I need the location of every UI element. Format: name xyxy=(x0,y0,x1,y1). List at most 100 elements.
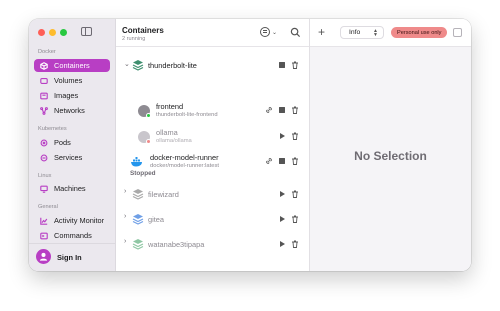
compose-stack-icon xyxy=(132,189,144,200)
sidebar-item-label: Volumes xyxy=(54,76,83,85)
services-icon xyxy=(38,154,50,162)
view-selector-value: Info xyxy=(349,29,361,36)
chevron-right-icon[interactable]: › xyxy=(124,213,126,220)
sidebar-item-networks[interactable]: Networks xyxy=(34,104,110,117)
inspector-toggle-icon[interactable] xyxy=(453,28,462,37)
sidebar-toggle-icon[interactable] xyxy=(81,27,92,36)
containers-header: Containers 2 running ⌄ xyxy=(116,19,309,47)
user-avatar-icon xyxy=(36,249,51,264)
stop-icon[interactable] xyxy=(278,61,286,69)
network-icon xyxy=(38,106,50,115)
commands-icon xyxy=(38,232,50,240)
section-title-kubernetes: Kubernetes xyxy=(38,126,67,132)
container-name: docker-model-runner xyxy=(150,153,219,162)
play-icon[interactable] xyxy=(278,190,286,198)
sign-in-label[interactable]: Sign In xyxy=(57,253,82,262)
container-image: docker/model-runner:latest xyxy=(150,163,219,169)
zoom-window-button[interactable] xyxy=(60,29,67,36)
list-item[interactable]: frontend thunderbolt-lite-frontend xyxy=(116,101,309,123)
link-icon[interactable] xyxy=(265,157,273,165)
sidebar-item-label: Networks xyxy=(54,106,85,115)
app-window: Docker Containers Volumes Images Network… xyxy=(29,19,471,271)
list-item[interactable]: › watanabe3tipapa xyxy=(116,236,309,254)
compose-stack-icon xyxy=(132,214,144,225)
view-selector[interactable]: Info ▲ ▼ xyxy=(340,26,384,39)
trash-icon[interactable] xyxy=(291,61,299,69)
sidebar-item-label: Machines xyxy=(54,184,86,193)
trash-icon[interactable] xyxy=(291,132,299,140)
pod-icon xyxy=(38,139,50,147)
docker-whale-icon xyxy=(131,157,142,167)
link-icon[interactable] xyxy=(265,106,273,114)
sidebar-item-label: Activity Monitor xyxy=(54,216,105,225)
add-button[interactable]: + xyxy=(318,25,325,39)
stop-icon[interactable] xyxy=(278,157,286,165)
stopped-section-title: Stopped xyxy=(130,170,156,177)
machine-monitor-icon xyxy=(38,185,50,193)
detail-pane: + Info ▲ ▼ Personal use only No Selection xyxy=(310,19,471,271)
sidebar-item-commands[interactable]: Commands xyxy=(34,229,110,242)
container-image: thunderbolt-lite-frontend xyxy=(156,112,218,118)
container-name: thunderbolt-lite xyxy=(148,61,197,70)
chevron-right-icon[interactable]: › xyxy=(124,238,126,245)
sidebar-item-containers[interactable]: Containers xyxy=(34,59,110,72)
container-name: filewizard xyxy=(148,190,179,199)
trash-icon[interactable] xyxy=(291,157,299,165)
trash-icon[interactable] xyxy=(291,215,299,223)
list-item[interactable]: ⌄ thunderbolt-lite xyxy=(116,57,309,75)
chevron-up-down-icon: ▲ ▼ xyxy=(373,27,378,38)
search-icon[interactable] xyxy=(290,27,301,38)
chevron-down-icon: ⌄ xyxy=(272,29,278,36)
sidebar-item-label: Images xyxy=(54,91,79,100)
sidebar-item-activity-monitor[interactable]: Activity Monitor xyxy=(34,214,110,227)
container-name: frontend xyxy=(156,102,184,111)
compose-stack-icon xyxy=(132,60,144,71)
sidebar-item-volumes[interactable]: Volumes xyxy=(34,74,110,87)
list-item[interactable]: › filewizard xyxy=(116,186,309,204)
detail-toolbar: + Info ▲ ▼ Personal use only xyxy=(310,19,471,47)
sidebar-item-label: Containers xyxy=(54,61,90,70)
sidebar: Docker Containers Volumes Images Network… xyxy=(29,19,116,271)
empty-state-text: No Selection xyxy=(354,149,427,163)
compose-stack-icon xyxy=(132,239,144,250)
trash-icon[interactable] xyxy=(291,106,299,114)
close-window-button[interactable] xyxy=(38,29,45,36)
filter-menu-button[interactable]: ⌄ xyxy=(260,27,277,37)
running-status-dot xyxy=(146,113,151,118)
list-item[interactable]: › gitea xyxy=(116,211,309,229)
chevron-down-icon[interactable]: ⌄ xyxy=(124,60,130,68)
list-item[interactable]: ollama ollama/ollama xyxy=(116,127,309,149)
container-box-icon xyxy=(38,61,50,70)
sidebar-item-label: Services xyxy=(54,153,83,162)
play-icon[interactable] xyxy=(278,132,286,140)
chevron-right-icon[interactable]: › xyxy=(124,188,126,195)
section-title-linux: Linux xyxy=(38,173,52,179)
container-name: watanabe3tipapa xyxy=(148,240,205,249)
trash-icon[interactable] xyxy=(291,240,299,248)
page-title: Containers xyxy=(122,26,164,35)
sidebar-item-pods[interactable]: Pods xyxy=(34,136,110,149)
stopped-status-dot xyxy=(146,139,151,144)
minimize-window-button[interactable] xyxy=(49,29,56,36)
sidebar-item-images[interactable]: Images xyxy=(34,89,110,102)
volume-icon xyxy=(38,77,50,85)
play-icon[interactable] xyxy=(278,240,286,248)
containers-list-pane: Containers 2 running ⌄ ⌄ thunderbolt-lit… xyxy=(116,19,310,271)
running-count: 2 running xyxy=(122,36,146,42)
section-title-general: General xyxy=(38,204,58,210)
trash-icon[interactable] xyxy=(291,190,299,198)
container-name: ollama xyxy=(156,128,178,137)
play-icon[interactable] xyxy=(278,215,286,223)
sidebar-item-label: Pods xyxy=(54,138,71,147)
sign-in-area[interactable]: Sign In xyxy=(29,243,115,271)
image-icon xyxy=(38,92,50,100)
sidebar-item-services[interactable]: Services xyxy=(34,151,110,164)
sidebar-item-machines[interactable]: Machines xyxy=(34,182,110,195)
window-controls xyxy=(38,29,67,36)
license-badge[interactable]: Personal use only xyxy=(391,27,448,38)
container-name: gitea xyxy=(148,215,165,224)
section-title-docker: Docker xyxy=(38,49,56,55)
filter-icon xyxy=(260,27,270,37)
container-image: ollama/ollama xyxy=(156,138,192,144)
stop-icon[interactable] xyxy=(278,106,286,114)
